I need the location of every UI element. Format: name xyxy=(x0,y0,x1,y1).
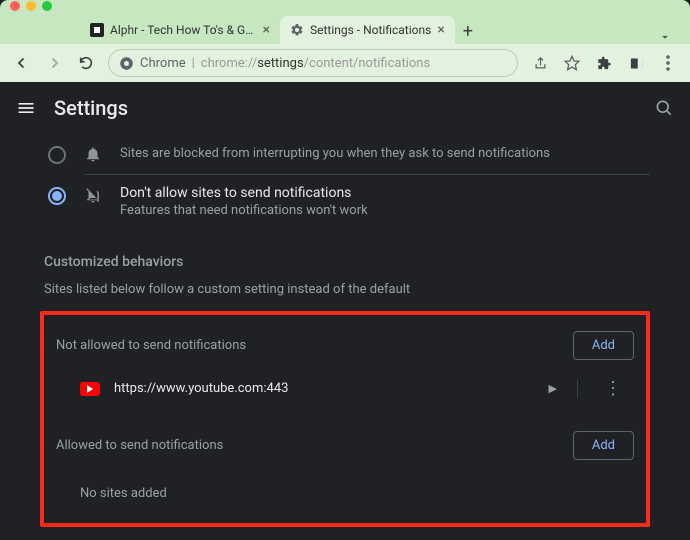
expand-site-icon[interactable]: ▶ xyxy=(529,380,578,398)
add-not-allowed-button[interactable]: Add xyxy=(573,331,634,360)
close-tab-icon[interactable]: × xyxy=(263,22,270,38)
allowed-empty-text: No sites added xyxy=(56,468,634,505)
side-panel-icon[interactable] xyxy=(622,49,650,77)
radio-option-block-notifications[interactable]: Don't allow sites to send notifications … xyxy=(40,175,650,228)
reload-button[interactable] xyxy=(72,49,100,77)
customized-behaviors-heading: Customized behaviors xyxy=(40,254,650,270)
customized-behaviors-desc: Sites listed below follow a custom setti… xyxy=(40,282,650,297)
annotation-highlight: Not allowed to send notifications Add ht… xyxy=(40,311,650,527)
window-titlebar xyxy=(0,0,690,12)
search-icon[interactable] xyxy=(654,98,674,118)
site-url: https://www.youtube.com:443 xyxy=(114,381,515,396)
radio-selected-icon[interactable] xyxy=(48,187,66,205)
not-allowed-header: Not allowed to send notifications Add xyxy=(56,325,634,368)
youtube-favicon-icon xyxy=(80,382,100,396)
alphr-favicon-icon xyxy=(90,23,104,37)
window-fullscreen-button[interactable] xyxy=(42,1,52,11)
window-minimize-button[interactable] xyxy=(26,1,36,11)
tab-title: Alphr - Tech How To's & Guide xyxy=(110,23,257,37)
bell-off-icon xyxy=(84,186,106,218)
page-title: Settings xyxy=(54,96,636,120)
menu-icon[interactable] xyxy=(16,98,36,118)
address-url: chrome://settings/content/notifications xyxy=(201,56,430,71)
chrome-icon xyxy=(119,56,134,71)
browser-tab-alphr[interactable]: Alphr - Tech How To's & Guide × xyxy=(80,16,280,44)
extensions-icon[interactable] xyxy=(590,49,618,77)
add-allowed-button[interactable]: Add xyxy=(573,431,634,460)
radio-title: Don't allow sites to send notifications xyxy=(120,185,368,201)
close-tab-icon[interactable]: × xyxy=(437,22,444,38)
radio-unselected-icon[interactable] xyxy=(48,146,66,164)
site-actions-menu-icon[interactable]: ⋮ xyxy=(592,378,634,399)
settings-content: Use quieter messaging Sites are blocked … xyxy=(0,134,690,527)
browser-toolbar: Chrome | chrome://settings/content/notif… xyxy=(0,44,690,82)
radio-description: Sites are blocked from interrupting you … xyxy=(120,146,550,161)
browser-tab-settings[interactable]: Settings - Notifications × xyxy=(280,16,455,44)
tab-overflow-button[interactable] xyxy=(648,30,682,44)
tab-title: Settings - Notifications xyxy=(310,23,431,37)
new-tab-button[interactable]: + xyxy=(455,19,481,44)
blocked-site-row[interactable]: https://www.youtube.com:443 ▶ ⋮ xyxy=(56,368,634,409)
bell-icon xyxy=(84,145,106,163)
allowed-label: Allowed to send notifications xyxy=(56,438,223,453)
settings-app-header: Settings xyxy=(0,82,690,134)
tab-strip: Alphr - Tech How To's & Guide × Settings… xyxy=(0,12,690,44)
share-icon[interactable] xyxy=(526,49,554,77)
not-allowed-label: Not allowed to send notifications xyxy=(56,338,246,353)
address-scheme-label: Chrome xyxy=(140,56,186,71)
address-bar[interactable]: Chrome | chrome://settings/content/notif… xyxy=(108,49,518,77)
forward-button[interactable] xyxy=(40,49,68,77)
window-close-button[interactable] xyxy=(10,1,20,11)
bookmark-star-icon[interactable] xyxy=(558,49,586,77)
gear-icon xyxy=(290,23,304,37)
radio-option-quieter-messaging[interactable]: Use quieter messaging Sites are blocked … xyxy=(40,134,650,174)
address-separator: | xyxy=(192,56,195,71)
chrome-menu-icon[interactable] xyxy=(654,49,682,77)
allowed-header: Allowed to send notifications Add xyxy=(56,425,634,468)
back-button[interactable] xyxy=(8,49,36,77)
radio-description: Features that need notifications won't w… xyxy=(120,203,368,218)
